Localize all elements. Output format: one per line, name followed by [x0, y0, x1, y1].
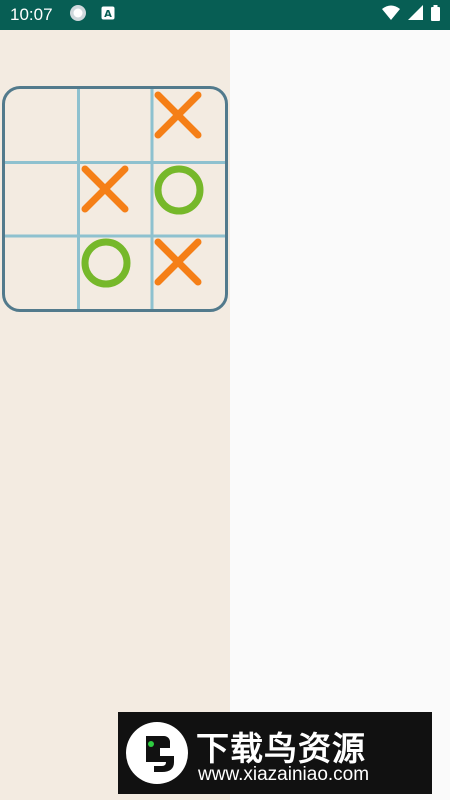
watermark-title: 下载鸟资源 — [196, 729, 366, 768]
bird-logo-icon — [126, 722, 188, 784]
board-cell-r2-c2[interactable] — [79, 163, 152, 236]
board-cell-r1-c3[interactable] — [152, 89, 225, 162]
board-cell-r3-c1[interactable] — [5, 236, 78, 309]
watermark-url: www.xiazainiao.com — [198, 764, 370, 785]
x-mark-icon — [154, 91, 202, 139]
board-cell-r1-c2[interactable] — [79, 89, 152, 162]
board-cell-r1-c1[interactable] — [5, 89, 78, 162]
o-mark-icon — [81, 238, 130, 288]
circle-notification-icon — [69, 4, 87, 27]
tic-tac-toe-board — [2, 86, 228, 312]
board-cell-r2-c1[interactable] — [5, 163, 78, 236]
battery-icon — [431, 4, 440, 26]
status-bar: 10:07 A — [0, 0, 450, 30]
side-panel — [230, 30, 450, 800]
board-cell-r3-c3[interactable] — [152, 236, 225, 309]
cell-signal-icon — [408, 5, 423, 25]
a-badge-icon: A — [101, 6, 115, 25]
watermark-banner: 下载鸟资源 www.xiazainiao.com — [118, 712, 432, 794]
status-time: 10:07 — [10, 5, 53, 24]
status-left-icons: A — [69, 4, 115, 27]
board-cell-r2-c3[interactable] — [152, 163, 225, 236]
status-right-icons — [382, 4, 440, 26]
game-panel — [0, 30, 230, 800]
x-mark-icon — [154, 238, 202, 286]
x-mark-icon — [81, 165, 128, 212]
wifi-icon — [382, 5, 400, 26]
o-mark-icon — [154, 165, 204, 214]
board-cell-r3-c2[interactable] — [79, 236, 152, 309]
svg-text:A: A — [104, 9, 112, 20]
